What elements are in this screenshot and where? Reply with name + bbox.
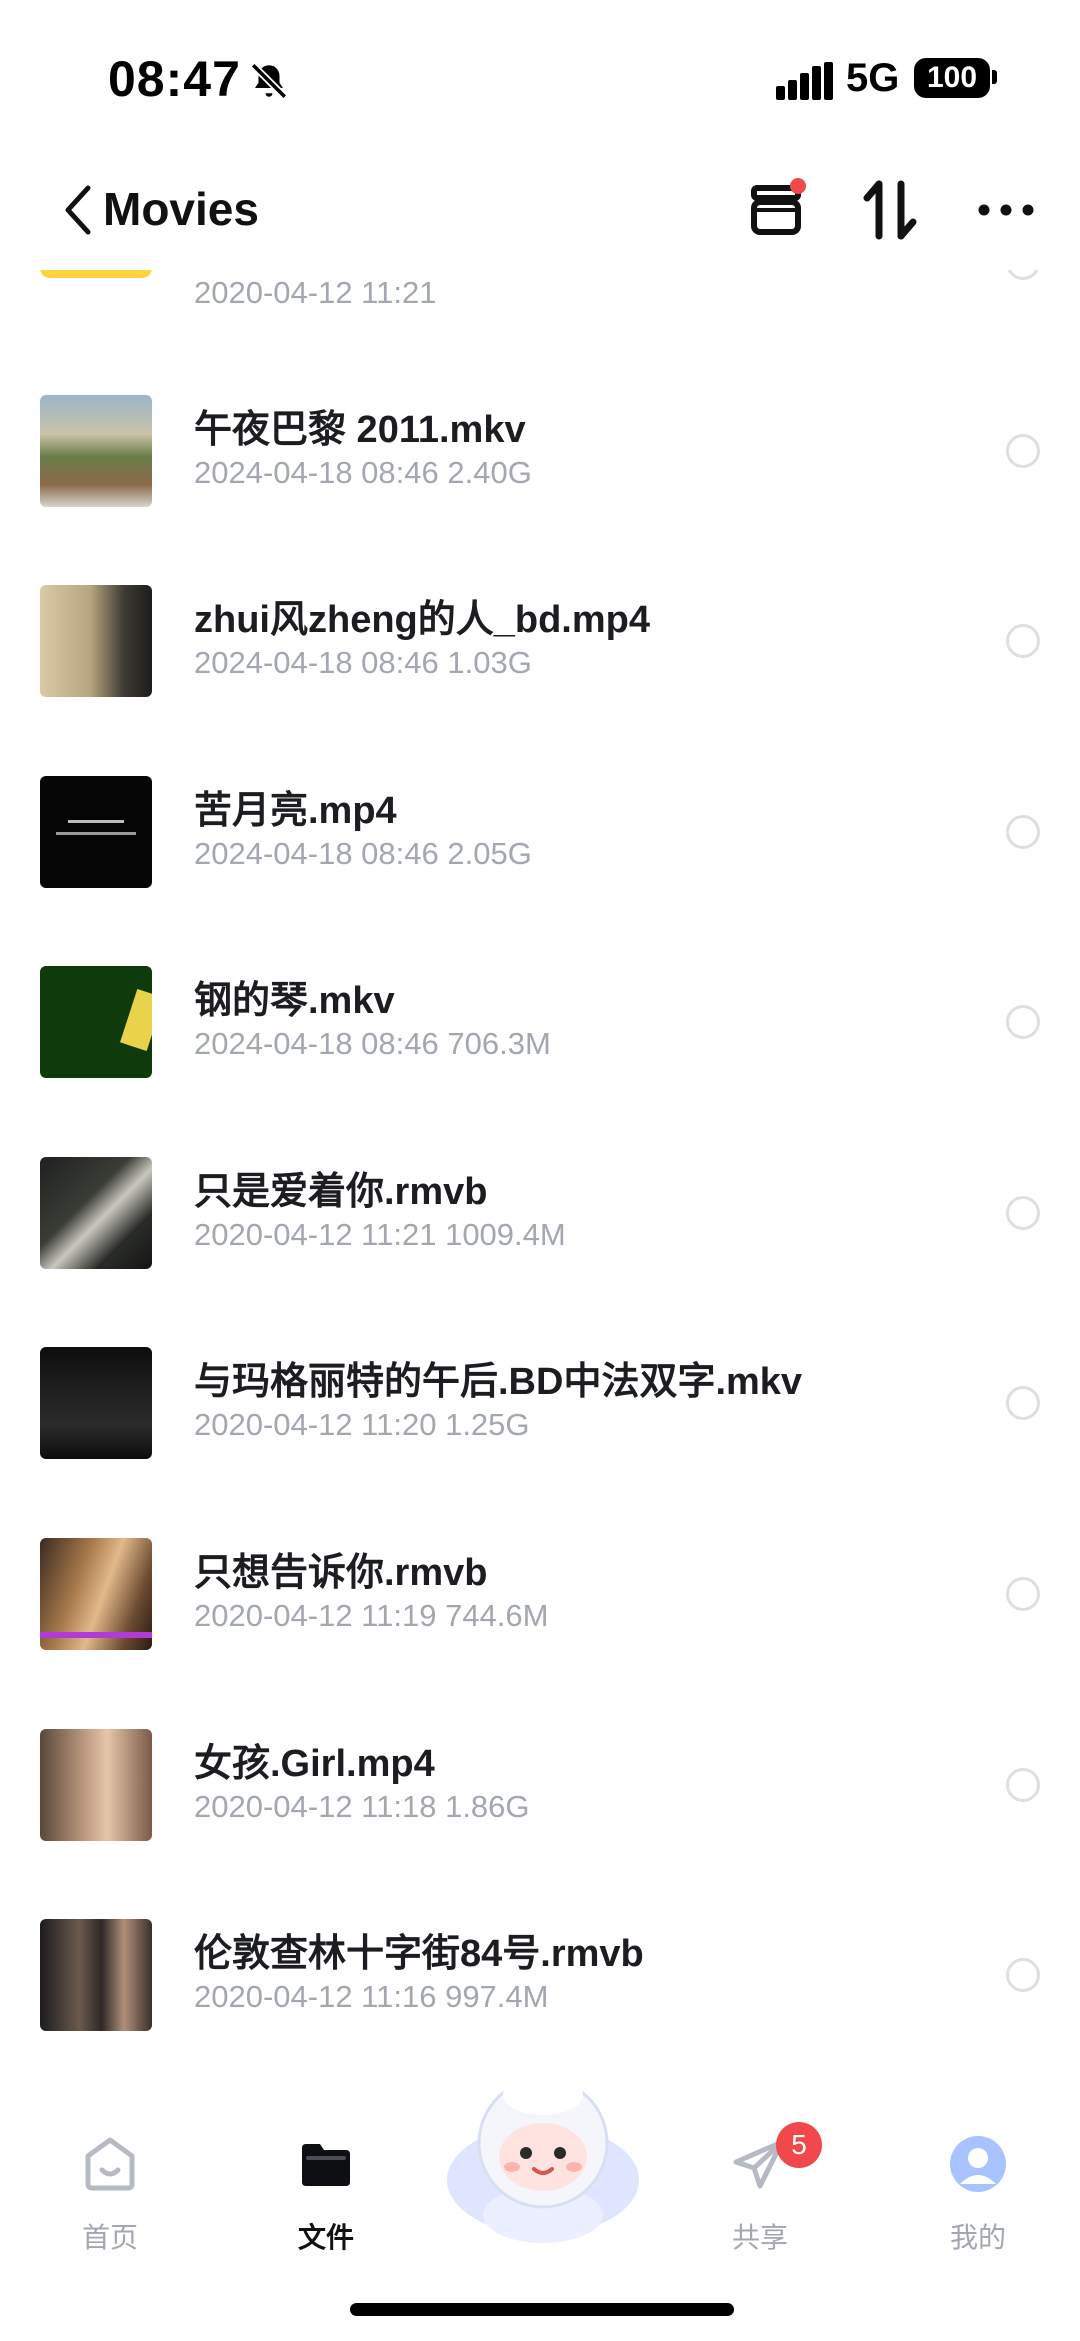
home-indicator[interactable] xyxy=(350,2303,734,2316)
bell-off-icon xyxy=(250,62,288,100)
file-meta: 2020-04-12 11:21 xyxy=(194,275,437,310)
tab-files[interactable]: 文件 xyxy=(236,2070,416,2270)
file-name: 只是爱着你.rmvb xyxy=(194,1171,488,1213)
status-bar: 08:47 5G 100 xyxy=(0,0,1080,150)
video-thumbnail xyxy=(40,1729,152,1841)
select-radio[interactable] xyxy=(1006,815,1040,849)
file-meta: 2024-04-18 08:46 2.05G xyxy=(194,836,532,871)
home-icon xyxy=(85,2137,135,2191)
sort-arrows-icon xyxy=(863,180,917,240)
list-item[interactable]: 只想告诉你.rmvb 2020-04-12 11:19 744.6M xyxy=(0,1533,1080,1723)
back-chevron-icon[interactable] xyxy=(58,182,98,238)
file-meta: 2024-04-18 08:46 706.3M xyxy=(194,1026,551,1061)
select-radio[interactable] xyxy=(1006,1005,1040,1039)
list-item[interactable]: 只是爱着你.rmvb 2020-04-12 11:21 1009.4M xyxy=(0,1152,1080,1342)
file-meta: 2020-04-12 11:20 1.25G xyxy=(194,1407,530,1442)
file-name: 钢的琴.mkv xyxy=(194,980,395,1022)
file-meta: 2020-04-12 11:16 997.4M xyxy=(194,1979,549,2014)
tab-mine[interactable]: 我的 xyxy=(888,2070,1068,2270)
folder-icon xyxy=(302,2144,350,2186)
select-radio[interactable] xyxy=(1006,1196,1040,1230)
sort-button[interactable] xyxy=(852,172,928,248)
nav-header: Movies xyxy=(0,150,1080,270)
select-radio[interactable] xyxy=(1006,624,1040,658)
list-item[interactable]: 与玛格丽特的午后.BD中法双字.mkv 2020-04-12 11:20 1.2… xyxy=(0,1342,1080,1532)
bottom-tab-bar: 首页 文件 5 共享 我的 xyxy=(0,2070,1080,2341)
signal-icon xyxy=(776,62,833,100)
video-thumbnail xyxy=(40,395,152,507)
list-item[interactable]: 钢的琴.mkv 2024-04-18 08:46 706.3M xyxy=(0,961,1080,1151)
tab-files-label: 文件 xyxy=(297,2222,354,2253)
file-name: 只想告诉你.rmvb xyxy=(194,1552,488,1594)
battery-tip xyxy=(992,70,997,84)
recycle-bin-button[interactable] xyxy=(738,172,814,248)
page-title: Movies xyxy=(103,183,259,235)
file-name: 苦月亮.mp4 xyxy=(194,790,397,832)
file-name: 与玛格丽特的午后.BD中法双字.mkv xyxy=(194,1361,803,1403)
share-badge: 5 xyxy=(776,2122,822,2168)
battery-icon: 100 xyxy=(914,58,990,98)
tab-home-label: 首页 xyxy=(81,2222,138,2253)
file-name: 女孩.Girl.mp4 xyxy=(194,1743,435,1785)
file-meta: 2024-04-18 08:46 2.40G xyxy=(194,455,532,490)
tab-share-label: 共享 xyxy=(731,2222,788,2253)
status-time: 08:47 xyxy=(108,51,241,107)
assistant-mascot-icon[interactable] xyxy=(440,2065,646,2245)
video-thumbnail xyxy=(40,1157,152,1269)
list-item[interactable]: 午夜巴黎 2011.mkv 2024-04-18 08:46 2.40G xyxy=(0,390,1080,580)
tab-mine-label: 我的 xyxy=(949,2222,1006,2253)
file-meta: 2024-04-18 08:46 1.03G xyxy=(194,645,532,680)
video-thumbnail xyxy=(40,1919,152,2031)
notification-dot xyxy=(790,178,806,194)
file-meta: 2020-04-12 11:19 744.6M xyxy=(194,1598,549,1633)
video-thumbnail xyxy=(40,585,152,697)
more-button[interactable] xyxy=(968,172,1044,248)
select-radio[interactable] xyxy=(1006,1958,1040,1992)
file-name: 伦敦查林十字街84号.rmvb xyxy=(194,1933,644,1975)
video-thumbnail xyxy=(40,1347,152,1459)
video-thumbnail xyxy=(40,1538,152,1650)
video-thumbnail xyxy=(40,966,152,1078)
more-dots-icon xyxy=(978,204,1034,216)
network-type: 5G xyxy=(846,56,900,100)
select-radio[interactable] xyxy=(1006,1577,1040,1611)
file-meta: 2020-04-12 11:21 1009.4M xyxy=(194,1217,566,1252)
list-item[interactable]: 苦月亮.mp4 2024-04-18 08:46 2.05G xyxy=(0,771,1080,961)
select-radio[interactable] xyxy=(1006,1386,1040,1420)
tab-share[interactable]: 5 共享 xyxy=(670,2070,850,2270)
tab-home[interactable]: 首页 xyxy=(20,2070,200,2270)
avatar-icon xyxy=(950,2136,1006,2192)
list-item[interactable]: 女孩.Girl.mp4 2020-04-12 11:18 1.86G xyxy=(0,1724,1080,1914)
file-name: 午夜巴黎 2011.mkv xyxy=(194,409,526,451)
file-name: zhui风zheng的人_bd.mp4 xyxy=(194,599,651,641)
file-meta: 2020-04-12 11:18 1.86G xyxy=(194,1789,530,1824)
list-item[interactable]: zhui风zheng的人_bd.mp4 2024-04-18 08:46 1.0… xyxy=(0,580,1080,770)
video-thumbnail xyxy=(40,776,152,888)
select-radio[interactable] xyxy=(1006,434,1040,468)
select-radio[interactable] xyxy=(1006,1768,1040,1802)
